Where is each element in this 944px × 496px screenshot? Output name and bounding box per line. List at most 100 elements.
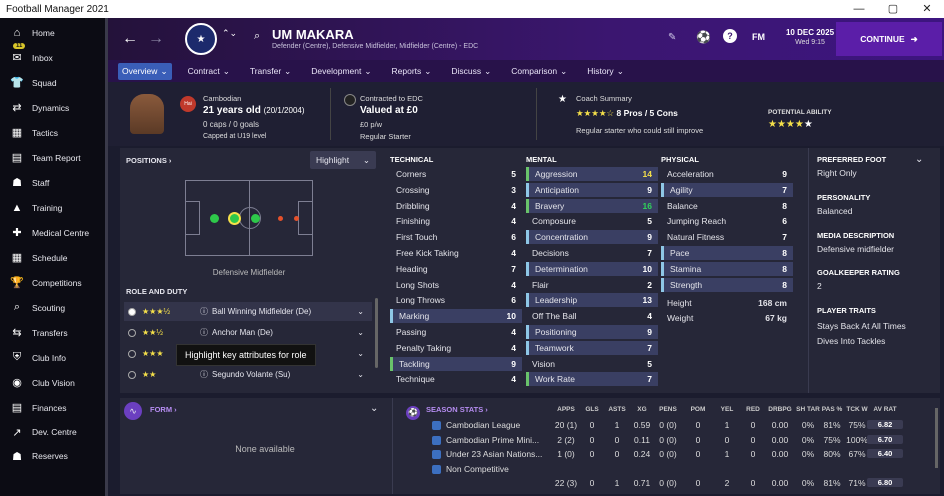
attr-value: 2 xyxy=(647,279,652,290)
chevron-down-icon[interactable]: ⌄ xyxy=(357,349,364,358)
sidebar-item-tactics[interactable]: ▦ Tactics xyxy=(0,120,105,145)
tab-reports[interactable]: Reports ⌄ xyxy=(388,63,436,80)
competition-name[interactable]: Cambodian League xyxy=(446,420,556,430)
chevron-down-icon[interactable]: ⌄ xyxy=(370,403,378,414)
club-crest[interactable]: ★ xyxy=(185,23,217,55)
minimize-button[interactable]: — xyxy=(842,0,876,18)
role-row[interactable]: ★★★½ ⓘ Ball Winning Midfielder (De) ⌄ xyxy=(124,302,372,321)
tab-contract[interactable]: Contract ⌄ xyxy=(184,63,234,80)
attr-value: 4 xyxy=(511,327,516,337)
roles-scrollbar[interactable] xyxy=(375,298,378,368)
close-button[interactable]: ✕ xyxy=(910,0,944,18)
potential-ability-label: POTENTIAL ABILITY xyxy=(768,109,832,116)
maximize-button[interactable]: ▢ xyxy=(876,0,910,18)
mental-attr-row: Off The Ball 4 xyxy=(526,309,658,323)
sidebar-item-home[interactable]: ⌂ Home xyxy=(0,20,105,45)
position-dot-st xyxy=(294,216,299,221)
chevron-down-icon[interactable]: ⌄ xyxy=(357,370,364,379)
edit-icon[interactable]: ✎ xyxy=(668,32,676,43)
sidebar-item-training[interactable]: ▲ Training xyxy=(0,195,105,220)
attr-value: 13 xyxy=(642,295,652,306)
tactics-icon: ▦ xyxy=(11,127,23,139)
sidebar-item-finances[interactable]: ▤ Finances xyxy=(0,395,105,420)
player-value: Valued at £0 xyxy=(360,105,418,116)
sidebar-item-dynamics[interactable]: ⇄ Dynamics xyxy=(0,95,105,120)
tooltip: Highlight key attributes for role xyxy=(176,344,316,366)
sidebar-item-competitions[interactable]: 🏆 Competitions xyxy=(0,270,105,295)
sidebar-item-transfers[interactable]: ⇆ Transfers xyxy=(0,320,105,345)
positions-header[interactable]: POSITIONS › xyxy=(126,156,171,165)
position-dot-mc xyxy=(251,214,260,223)
attr-value: 16 xyxy=(642,200,652,211)
sidebar-item-schedule[interactable]: ▦ Schedule xyxy=(0,245,105,270)
radio-button[interactable] xyxy=(128,370,136,379)
help-icon[interactable]: ? xyxy=(723,29,737,43)
sidebar-item-club-vision[interactable]: ◉ Club Vision xyxy=(0,370,105,395)
back-arrow-icon[interactable]: ← xyxy=(122,30,138,48)
tab-label: History xyxy=(587,65,614,76)
avg-rating: 6.40 xyxy=(867,449,903,458)
attr-value: 4 xyxy=(511,248,516,258)
nationality: Cambodian xyxy=(203,94,242,103)
chevron-updown-icon[interactable]: ⌃⌄ xyxy=(222,28,237,39)
attr-value: 4 xyxy=(647,311,652,322)
highlight-dropdown[interactable]: Highlight ⌄ xyxy=(310,151,376,169)
sidebar-item-squad[interactable]: 👕 Squad xyxy=(0,70,105,95)
sidebar-item-team-report[interactable]: ▤ Team Report xyxy=(0,145,105,170)
search-icon[interactable]: ⌕ xyxy=(254,30,260,43)
tab-history[interactable]: History ⌄ xyxy=(583,63,628,80)
season-stats-icon: ⚽ xyxy=(406,406,420,420)
forward-arrow-icon[interactable]: → xyxy=(148,30,164,48)
season-scrollbar[interactable] xyxy=(935,408,938,468)
ball-icon[interactable]: ⚽ xyxy=(696,30,711,44)
attr-name: Vision xyxy=(532,358,555,369)
attr-name: Dribbling xyxy=(396,200,430,211)
sidebar-item-inbox[interactable]: ✉ 11 Inbox xyxy=(0,43,105,70)
competition-name[interactable]: Cambodian Prime Mini... xyxy=(446,435,556,445)
role-row[interactable]: ★★ ⓘ Segundo Volante (Su) ⌄ xyxy=(124,365,372,384)
physical-attr-row: Agility 7 xyxy=(661,182,793,197)
home-icon: ⌂ xyxy=(13,26,21,39)
sidebar-item-dev-centre[interactable]: ↗ Dev. Centre xyxy=(0,420,105,444)
tab-discuss[interactable]: Discuss ⌄ xyxy=(447,63,495,80)
competition-name[interactable]: Non Competitive xyxy=(446,464,556,474)
competition-name[interactable]: Under 23 Asian Nations... xyxy=(446,449,556,459)
position-dot-dm xyxy=(228,212,241,225)
sidebar-item-label: Squad xyxy=(32,77,57,88)
sidebar-item-reserves[interactable]: ☗ Reserves xyxy=(0,444,105,468)
sidebar-item-label: Club Info xyxy=(32,352,67,363)
chevron-down-icon[interactable]: ⌄ xyxy=(357,307,364,316)
tab-transfer[interactable]: Transfer ⌄ xyxy=(246,63,295,80)
team-report-icon: ▤ xyxy=(11,152,23,164)
sidebar-item-label: Transfers xyxy=(32,327,68,338)
tab-overview[interactable]: Overview ⌄ xyxy=(118,62,172,80)
sidebar-item-scouting[interactable]: ⌕ Scouting xyxy=(0,295,105,320)
role-row[interactable]: ★★½ ⓘ Anchor Man (De) ⌄ xyxy=(124,323,372,342)
current-ability-stars: ★★★★☆ xyxy=(576,108,615,118)
form-header[interactable]: FORM › xyxy=(150,405,177,414)
sidebar: ⌂ Home ✉ 11 Inbox 👕 Squad ⇄ Dynamics ▦ Tactics ▤ Tea… xyxy=(0,18,108,496)
dev-centre-icon: ↗ xyxy=(12,426,22,439)
sidebar-item-club-info[interactable]: ⛨ Club Info xyxy=(0,345,105,370)
physical-header: PHYSICAL xyxy=(661,155,699,164)
continue-button[interactable]: CONTINUE ➜ xyxy=(836,22,942,56)
radio-button[interactable] xyxy=(128,349,136,358)
radio-button[interactable] xyxy=(128,307,136,316)
sidebar-item-medical-centre[interactable]: ✚ Medical Centre xyxy=(0,220,105,245)
chevron-down-icon[interactable]: ⌄ xyxy=(357,328,364,337)
height-row: Height 168 cm xyxy=(661,296,793,310)
competitions-icon: 🏆 xyxy=(10,277,24,289)
attr-name: Technique xyxy=(396,374,435,385)
chevron-down-icon[interactable]: ⌄ xyxy=(915,154,923,165)
tab-comparison[interactable]: Comparison ⌄ xyxy=(507,63,571,80)
tab-development[interactable]: Development ⌄ xyxy=(307,63,375,80)
radio-button[interactable] xyxy=(128,328,136,337)
club-info-icon: ⛨ xyxy=(12,351,22,363)
fm-menu[interactable]: FM xyxy=(752,32,765,42)
sidebar-item-staff[interactable]: ☗ Staff xyxy=(0,170,105,195)
season-stats-header[interactable]: SEASON STATS › xyxy=(426,405,488,414)
attr-value: 6 xyxy=(511,295,516,306)
game-time: Wed 9:15 xyxy=(795,39,825,46)
competition-logo-icon xyxy=(432,450,441,459)
window-titlebar: Football Manager 2021 — ▢ ✕ xyxy=(0,0,944,18)
